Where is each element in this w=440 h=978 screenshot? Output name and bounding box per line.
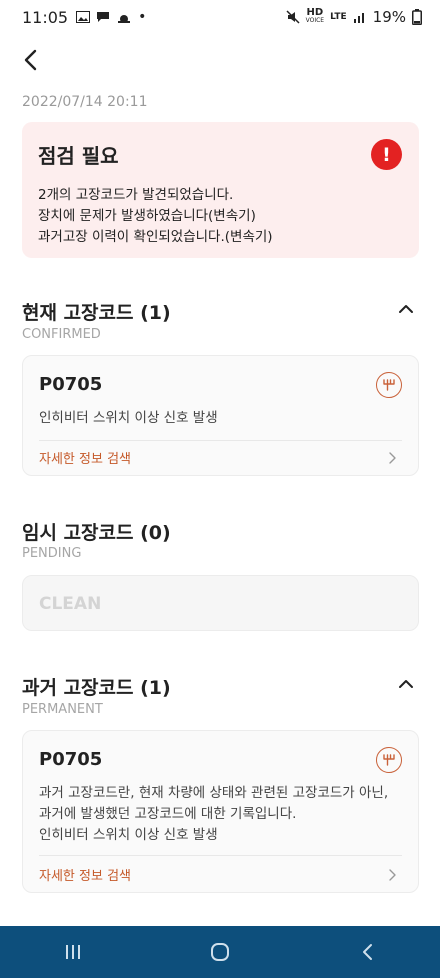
gallery-icon bbox=[76, 11, 91, 23]
back-nav-icon bbox=[362, 944, 372, 960]
alert-line: 장치에 문제가 발생하였습니다(변속기) bbox=[38, 208, 256, 224]
home-icon bbox=[210, 943, 229, 961]
pending-clean-card: CLEAN bbox=[22, 575, 419, 631]
back-nav-button[interactable] bbox=[337, 926, 397, 978]
hd-voice-indicator: HD VOICE bbox=[305, 7, 325, 25]
alert-message: 2개의 고장코드가 발견되었습니다. 장치에 문제가 발생하였습니다(변속기) … bbox=[38, 185, 403, 248]
inspection-alert-card: 점검 필요 ! 2개의 고장코드가 발견되었습니다. 장치에 문제가 발생하였습… bbox=[22, 122, 419, 258]
current-codes-title: 현재 고장코드 (1) bbox=[22, 302, 171, 324]
recent-apps-icon bbox=[66, 945, 81, 959]
detail-search-link[interactable]: 자세한 정보 검색 bbox=[39, 448, 131, 467]
status-bar: 11:05 • HD VOICE LTE 19% bbox=[0, 0, 440, 34]
description-line: 인히비터 스위치 이상 신호 발생 bbox=[39, 827, 218, 843]
back-button[interactable] bbox=[14, 44, 46, 76]
gear-shift-icon bbox=[376, 747, 402, 773]
battery-icon bbox=[412, 9, 422, 25]
chevron-right-icon[interactable] bbox=[388, 869, 396, 881]
chevron-up-icon[interactable] bbox=[398, 304, 414, 314]
recent-apps-button[interactable] bbox=[43, 926, 103, 978]
alert-line: 과거고장 이력이 확인되었습니다.(변속기) bbox=[38, 229, 273, 245]
gear-shift-icon bbox=[376, 372, 402, 398]
warning-icon: ! bbox=[371, 139, 402, 170]
permanent-codes-title: 과거 고장코드 (1) bbox=[22, 677, 171, 699]
code-description: 인히비터 스위치 이상 신호 발생 bbox=[39, 410, 218, 426]
dot-icon: • bbox=[138, 9, 147, 25]
home-button[interactable] bbox=[190, 926, 250, 978]
lte-indicator: LTE bbox=[330, 12, 347, 22]
description-line: 과거에 발생했던 고장코드에 대한 기록입니다. bbox=[39, 806, 297, 822]
divider bbox=[39, 440, 402, 441]
chevron-right-icon[interactable] bbox=[388, 452, 396, 464]
code-title: P0705 bbox=[39, 749, 103, 770]
status-time: 11:05 bbox=[22, 7, 69, 27]
clean-status: CLEAN bbox=[39, 594, 102, 614]
alert-title: 점검 필요 bbox=[38, 144, 119, 168]
current-code-card: P0705 인히비터 스위치 이상 신호 발생 자세한 정보 검색 bbox=[22, 355, 419, 476]
detail-search-link[interactable]: 자세한 정보 검색 bbox=[39, 865, 131, 884]
divider bbox=[39, 855, 402, 856]
alert-line: 2개의 고장코드가 발견되었습니다. bbox=[38, 187, 234, 203]
code-description: 과거 고장코드란, 현재 차량에 상태와 관련된 고장코드가 아닌, 과거에 발… bbox=[39, 783, 409, 846]
code-title: P0705 bbox=[39, 374, 103, 395]
mute-icon bbox=[286, 10, 300, 24]
description-line: 과거 고장코드란, 현재 차량에 상태와 관련된 고장코드가 아닌, bbox=[39, 785, 389, 801]
weather-icon bbox=[118, 15, 131, 23]
current-codes-subtitle: CONFIRMED bbox=[22, 327, 101, 342]
battery-percent: 19% bbox=[372, 8, 406, 26]
chevron-up-icon[interactable] bbox=[398, 679, 414, 689]
message-icon bbox=[97, 12, 110, 22]
pending-codes-title: 임시 고장코드 (0) bbox=[22, 522, 171, 544]
chevron-left-icon bbox=[24, 49, 37, 71]
permanent-code-card: P0705 과거 고장코드란, 현재 차량에 상태와 관련된 고장코드가 아닌,… bbox=[22, 730, 419, 893]
diagnosis-timestamp: 2022/07/14 20:11 bbox=[22, 94, 148, 110]
system-nav-bar bbox=[0, 926, 440, 978]
signal-icon bbox=[353, 13, 364, 23]
permanent-codes-subtitle: PERMANENT bbox=[22, 702, 103, 717]
pending-codes-subtitle: PENDING bbox=[22, 546, 82, 561]
